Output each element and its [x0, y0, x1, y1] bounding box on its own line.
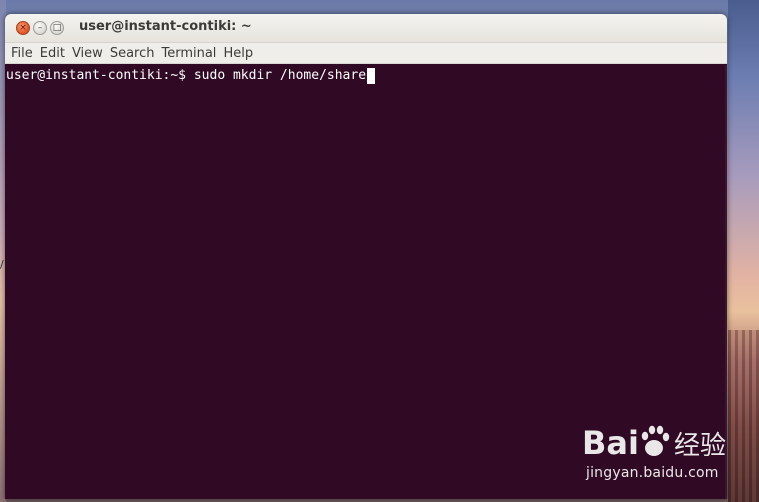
menu-bar: File Edit View Search Terminal Help: [5, 43, 727, 64]
text-cursor: [367, 67, 376, 84]
menu-view[interactable]: View: [69, 46, 106, 61]
menu-search[interactable]: Search: [107, 46, 158, 61]
command-line: user@instant-contiki:~$ sudo mkdir /home…: [6, 67, 376, 84]
typed-command: sudo mkdir /home/share: [193, 68, 367, 83]
menu-file[interactable]: File: [8, 46, 36, 61]
close-icon[interactable]: ×: [16, 21, 30, 35]
svg-text:Bai: Bai: [582, 424, 639, 462]
window-title: user@instant-contiki: ~: [79, 19, 252, 34]
menu-terminal[interactable]: Terminal: [158, 46, 219, 61]
svg-text:经验: 经验: [674, 431, 726, 461]
shell-prompt: user@instant-contiki:~$: [6, 68, 194, 83]
desktop-wallpaper-right: [728, 0, 759, 502]
paw-icon: [641, 425, 670, 456]
watermark-url: jingyan.baidu.com: [586, 465, 719, 481]
maximize-icon[interactable]: □: [50, 21, 64, 35]
menu-edit[interactable]: Edit: [37, 46, 68, 61]
window-titlebar[interactable]: × – □ user@instant-contiki: ~: [5, 14, 727, 43]
menu-help[interactable]: Help: [220, 46, 256, 61]
desktop-stray-mark: /: [0, 258, 4, 271]
minimize-icon[interactable]: –: [33, 21, 47, 35]
baidu-jingyan-logo: Bai 经验: [582, 424, 726, 462]
baidu-jingyan-watermark: Bai 经验 jingyan.baidu.com: [582, 418, 732, 488]
